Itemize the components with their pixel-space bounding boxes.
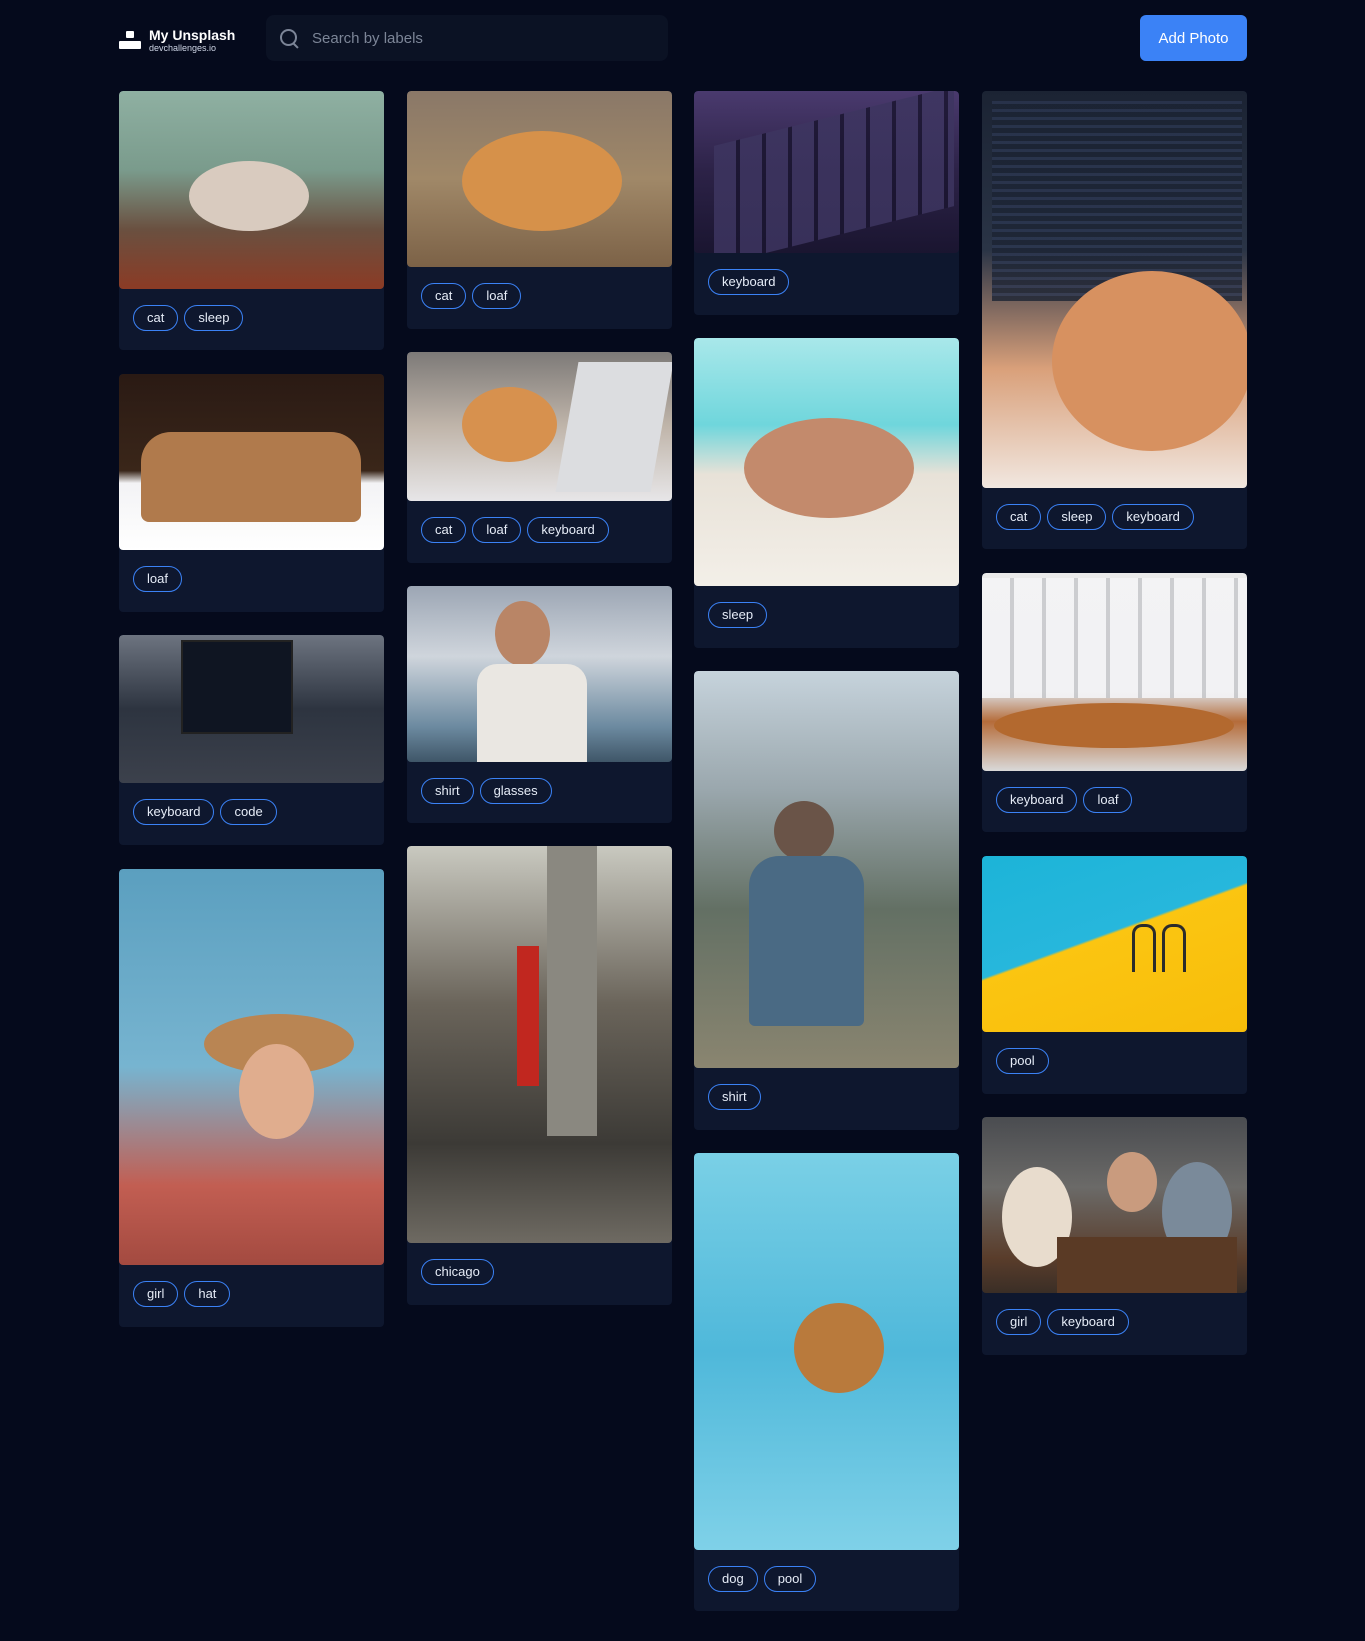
photo-man-sleeping-beach[interactable] — [694, 338, 959, 586]
logo-icon — [119, 29, 141, 51]
photo-card[interactable]: sleep — [694, 338, 959, 648]
photo-laptop-code[interactable] — [119, 635, 384, 783]
search-input[interactable] — [310, 28, 668, 48]
photo-card[interactable]: girl keyboard — [982, 1117, 1247, 1355]
tag[interactable]: loaf — [133, 566, 182, 592]
tag[interactable]: girl — [996, 1309, 1042, 1335]
photo-keyboard[interactable] — [694, 91, 959, 253]
tag[interactable]: cat — [421, 283, 467, 309]
tag[interactable]: loaf — [1083, 787, 1133, 813]
logo-subtitle: devchallenges.io — [149, 42, 217, 53]
tag[interactable]: keyboard — [708, 269, 790, 295]
tag[interactable]: keyboard — [996, 787, 1078, 813]
app-header: My Unsplash devchallenges.io Add Photo — [0, 0, 1365, 80]
tag[interactable]: girl — [133, 1281, 179, 1307]
tag[interactable]: chicago — [421, 1259, 494, 1285]
photo-keyboard-bread[interactable] — [982, 573, 1247, 771]
tag[interactable]: dog — [708, 1566, 758, 1592]
photo-card[interactable]: cat loaf — [407, 91, 672, 329]
tag[interactable]: pool — [763, 1566, 817, 1592]
tag[interactable]: keyboard — [527, 517, 609, 543]
photo-cat-sleeping[interactable] — [119, 91, 384, 289]
tag[interactable]: shirt — [421, 778, 474, 804]
tag[interactable]: sleep — [708, 602, 768, 628]
tag[interactable]: glasses — [479, 778, 552, 804]
photo-pool-ladder[interactable] — [982, 856, 1247, 1032]
tag[interactable]: loaf — [472, 517, 522, 543]
photo-card[interactable]: cat loaf keyboard — [407, 352, 672, 563]
photo-card[interactable]: keyboard code — [119, 635, 384, 845]
photo-girl-hat[interactable] — [119, 869, 384, 1265]
tag[interactable]: cat — [996, 504, 1042, 530]
tag[interactable]: sleep — [1047, 504, 1107, 530]
search-bar[interactable] — [266, 15, 668, 61]
photo-card[interactable]: shirt — [694, 671, 959, 1130]
tag[interactable]: hat — [184, 1281, 231, 1307]
photo-cat-loaf[interactable] — [407, 91, 672, 267]
photo-dog-pool[interactable] — [694, 1153, 959, 1550]
photo-man-sunglasses[interactable] — [407, 586, 672, 762]
photo-man-field[interactable] — [694, 671, 959, 1068]
photo-card[interactable]: dog pool — [694, 1153, 959, 1611]
photo-cat-on-keyboard[interactable] — [982, 91, 1247, 488]
photo-bread-loaf[interactable] — [119, 374, 384, 550]
tag[interactable]: pool — [996, 1048, 1049, 1074]
photo-card[interactable]: keyboard loaf — [982, 573, 1247, 832]
tag[interactable]: loaf — [472, 283, 522, 309]
add-photo-button[interactable]: Add Photo — [1140, 15, 1247, 61]
photo-girls-laptop[interactable] — [982, 1117, 1247, 1293]
photo-card[interactable]: girl hat — [119, 869, 384, 1327]
tag[interactable]: cat — [133, 305, 179, 331]
photo-card[interactable]: loaf — [119, 374, 384, 612]
photo-cat-laptop[interactable] — [407, 352, 672, 501]
tag[interactable]: sleep — [184, 305, 244, 331]
photo-card[interactable]: cat sleep keyboard — [982, 91, 1247, 549]
logo[interactable]: My Unsplash devchallenges.io — [119, 24, 249, 56]
photo-card[interactable]: shirt glasses — [407, 586, 672, 823]
photo-card[interactable]: pool — [982, 856, 1247, 1094]
photo-chicago-street[interactable] — [407, 846, 672, 1243]
tag[interactable]: keyboard — [1112, 504, 1194, 530]
tag[interactable]: cat — [421, 517, 467, 543]
tag[interactable]: code — [220, 799, 277, 825]
tag[interactable]: keyboard — [133, 799, 215, 825]
photo-card[interactable]: keyboard — [694, 91, 959, 315]
photo-card[interactable]: chicago — [407, 846, 672, 1305]
photo-card[interactable]: cat sleep — [119, 91, 384, 350]
logo-title: My Unsplash — [149, 26, 236, 43]
tag[interactable]: keyboard — [1047, 1309, 1129, 1335]
tag[interactable]: shirt — [708, 1084, 761, 1110]
search-icon — [278, 27, 300, 49]
